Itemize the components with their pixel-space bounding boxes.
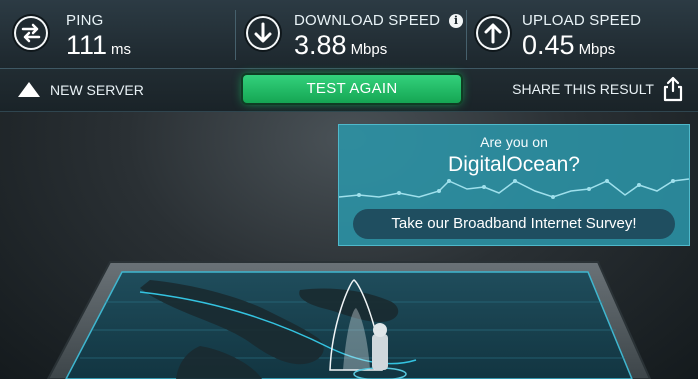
results-header: PING 111 ms DOWNLOAD SPEED i 3.88 Mbps UPL… [0, 0, 698, 69]
download-label: DOWNLOAD SPEED [294, 12, 441, 29]
server-triangle-icon [18, 82, 40, 97]
divider [235, 10, 236, 60]
ping-unit: ms [111, 41, 132, 58]
survey-trend-graphic [339, 178, 689, 199]
upload-unit: Mbps [578, 41, 616, 58]
download-stat: DOWNLOAD SPEED i 3.88 Mbps [238, 0, 466, 68]
new-server-label: NEW SERVER [50, 82, 144, 98]
broadband-survey-button[interactable]: Take our Broadband Internet Survey! [353, 209, 675, 239]
download-value: 3.88 Mbps [294, 30, 387, 61]
survey-panel[interactable]: Are you on DigitalOcean? Take our Broadb… [338, 124, 690, 246]
upload-arrow-icon [476, 16, 510, 50]
ping-label: PING [66, 12, 104, 29]
ping-number: 111 [66, 30, 108, 60]
share-result-button[interactable]: SHARE THIS RESULT [504, 76, 684, 102]
share-icon [663, 76, 683, 102]
ping-stat: PING 111 ms [0, 0, 230, 68]
download-unit: Mbps [350, 41, 388, 58]
ping-exchange-icon [14, 16, 48, 50]
share-label: SHARE THIS RESULT [512, 81, 654, 97]
divider [466, 10, 467, 60]
survey-question-line1: Are you on [480, 134, 548, 150]
download-number: 3.88 [294, 30, 347, 60]
upload-number: 0.45 [522, 30, 575, 60]
info-icon[interactable]: i [449, 14, 463, 28]
ping-value: 111 ms [66, 30, 131, 61]
upload-stat: UPLOAD SPEED 0.45 Mbps [468, 0, 698, 68]
download-arrow-icon [246, 16, 280, 50]
upload-value: 0.45 Mbps [522, 30, 615, 61]
test-again-button[interactable]: TEST AGAIN [243, 75, 461, 103]
results-stage: Are you on DigitalOcean? Take our Broadb… [0, 112, 698, 379]
upload-label: UPLOAD SPEED [522, 12, 642, 29]
